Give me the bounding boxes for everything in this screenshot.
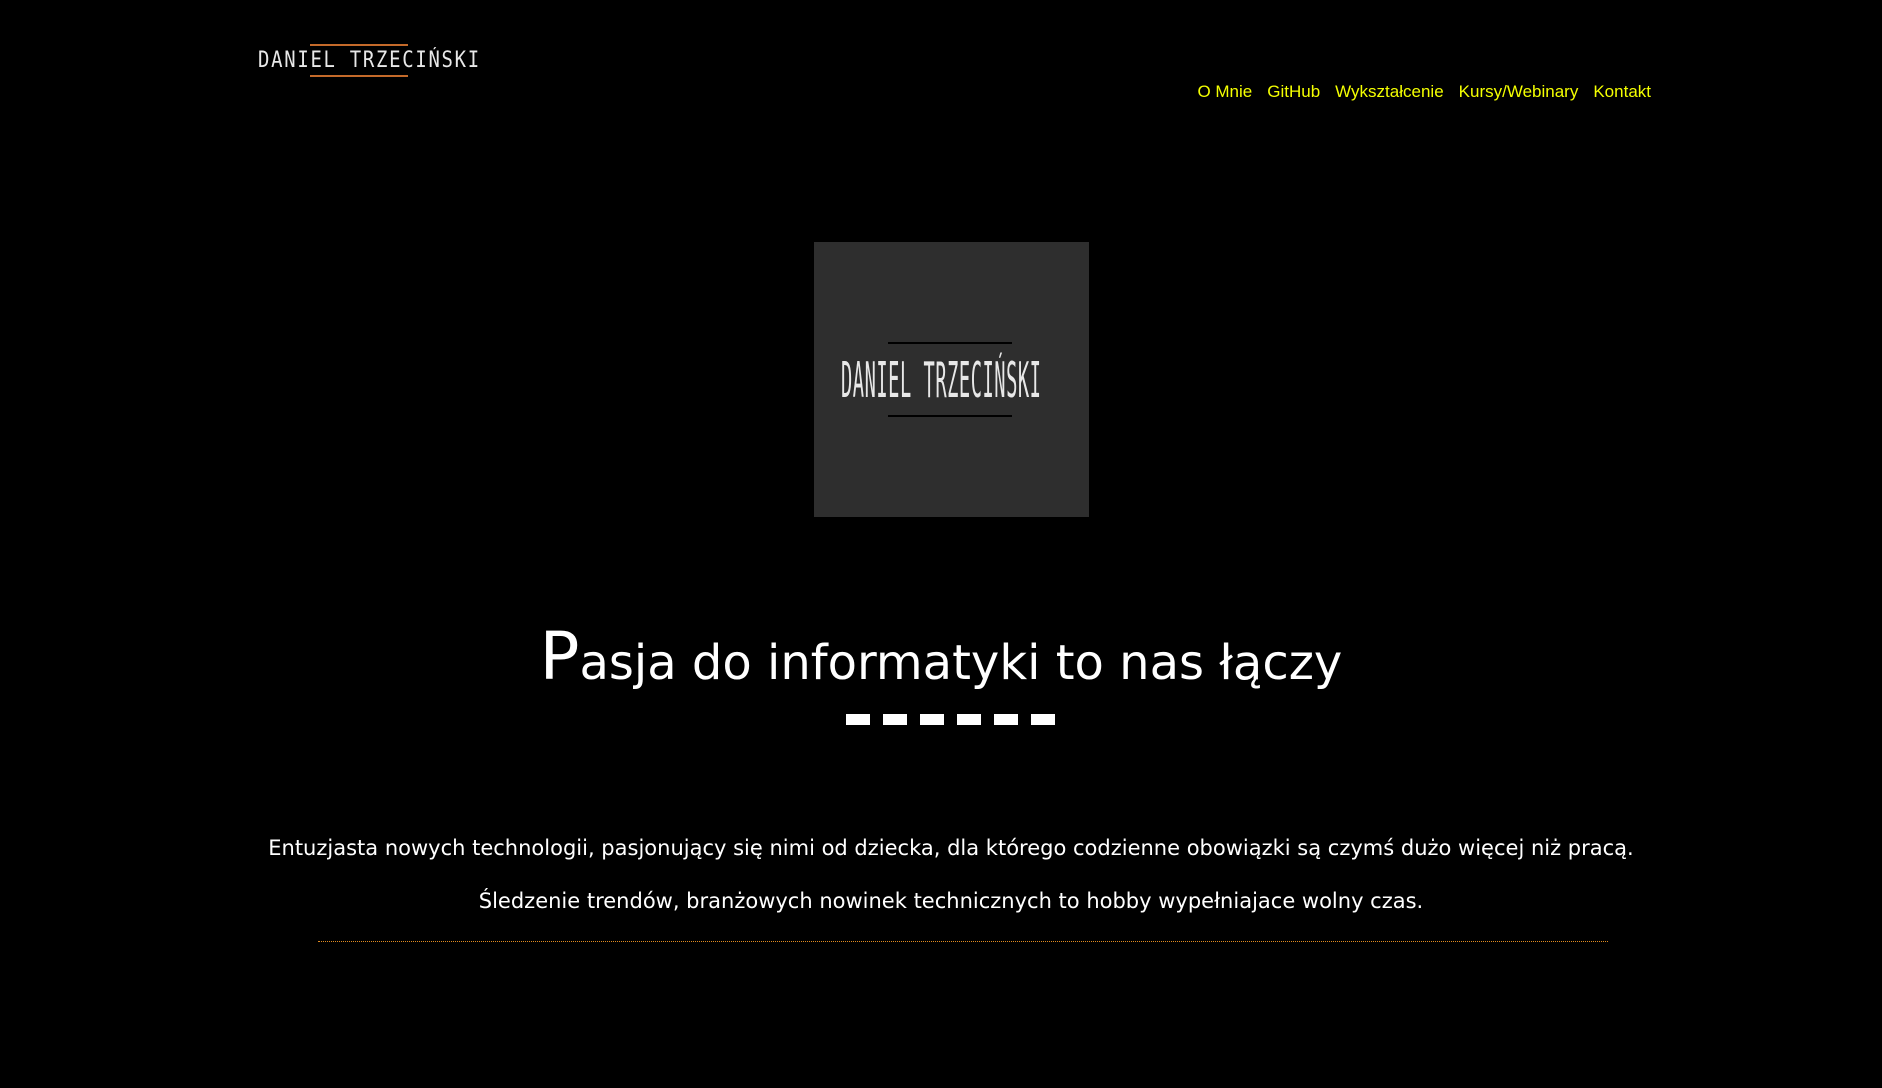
hero-headline-rest: asja do informatyki to nas łączy: [579, 635, 1343, 691]
about-paragraph-2: Śledzenie trendów, branżowych nowinek te…: [478, 889, 1424, 913]
nav-item-o-mnie[interactable]: O Mnie: [1197, 82, 1252, 102]
center-logo-line-bottom: [888, 415, 1012, 417]
dash: [883, 714, 907, 725]
hero-headline: Pasja do informatyki to nas łączy: [0, 618, 1882, 695]
dash: [1031, 714, 1055, 725]
nav-item-kontakt[interactable]: Kontakt: [1593, 82, 1651, 102]
main-nav: O Mnie GitHub Wykształcenie Kursy/Webina…: [1197, 82, 1651, 102]
logo-line-top: [310, 44, 408, 46]
header-logo[interactable]: DANIEL TRZECIŃSKI: [258, 40, 481, 82]
dash: [920, 714, 944, 725]
about-paragraph-1: Entuzjasta nowych technologii, pasjonują…: [268, 836, 1634, 860]
nav-item-github[interactable]: GitHub: [1267, 82, 1320, 102]
dash: [846, 714, 870, 725]
dash: [957, 714, 981, 725]
center-logo-text: DANIEL TRZECIŃSKI: [841, 354, 1042, 410]
page: DANIEL TRZECIŃSKI O Mnie GitHub Wykształ…: [0, 0, 1882, 1088]
hero-headline-initial: P: [539, 618, 580, 695]
header-logo-text: DANIEL TRZECIŃSKI: [258, 48, 481, 73]
dotted-divider: [318, 941, 1608, 942]
center-logo-image: DANIEL TRZECIŃSKI: [814, 242, 1089, 517]
center-logo-line-top: [888, 342, 1012, 344]
dash: [994, 714, 1018, 725]
logo-line-bottom: [310, 75, 408, 77]
nav-item-wyksztalcenie[interactable]: Wykształcenie: [1335, 82, 1444, 102]
nav-item-kursy-webinary[interactable]: Kursy/Webinary: [1459, 82, 1579, 102]
headline-dash-divider: [846, 714, 1055, 725]
